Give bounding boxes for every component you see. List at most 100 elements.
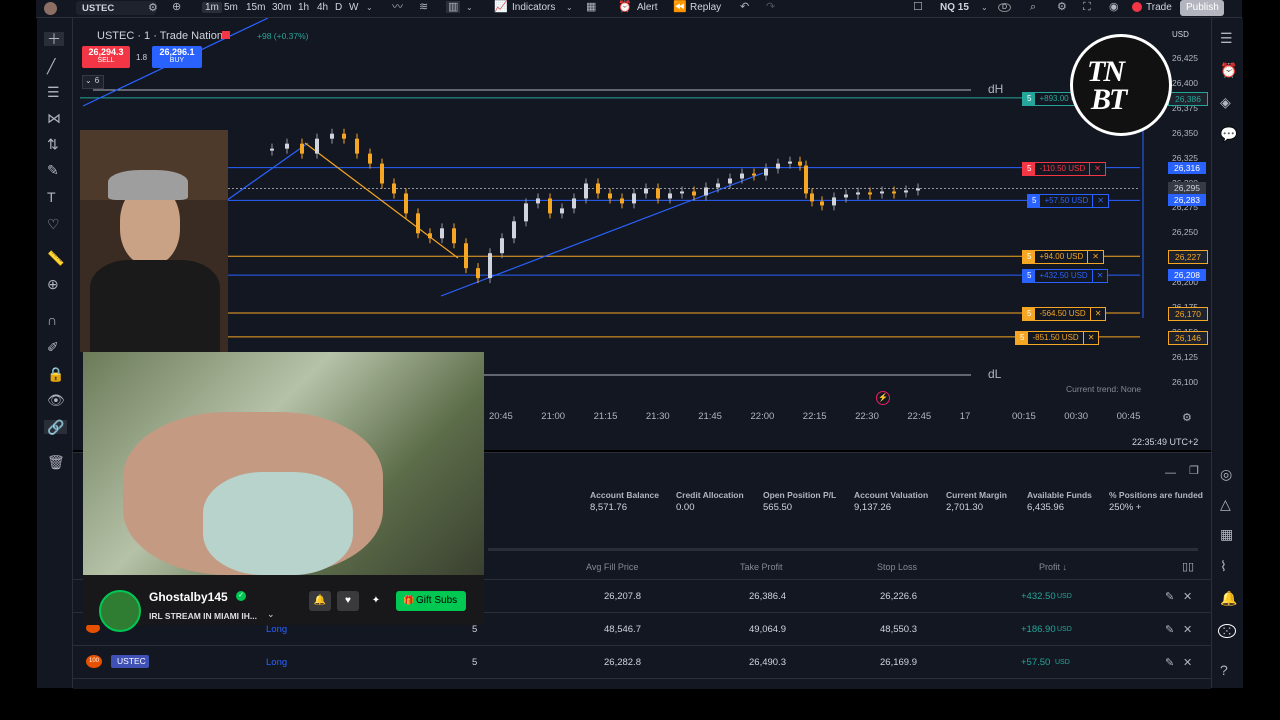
edit-icon[interactable]: ✎ <box>1165 657 1174 669</box>
notify-bell-icon[interactable]: 🔔 <box>309 591 331 611</box>
sell-button[interactable]: 26,294.3 SELL <box>82 46 130 68</box>
text-icon[interactable]: T <box>47 190 56 204</box>
rss-icon[interactable]: ⌇ <box>1220 559 1227 573</box>
fullscreen-square-icon[interactable]: ☐ <box>913 1 923 13</box>
layers-icon[interactable]: ◈ <box>1220 95 1231 109</box>
minimize-icon[interactable]: — <box>1165 467 1176 479</box>
alert-clock-icon[interactable]: ⏰ <box>618 1 632 13</box>
sparkle-icon[interactable]: ✦ <box>365 591 387 611</box>
fib-icon[interactable]: ☰ <box>47 85 60 99</box>
d-badge[interactable]: D <box>998 3 1012 12</box>
order-line-tag[interactable]: 5 -851.50 USD ✕ <box>1015 330 1100 345</box>
chat-icon[interactable]: 💬 <box>1220 127 1237 141</box>
interval-W[interactable]: W <box>349 2 358 13</box>
follow-heart-icon[interactable]: ♥ <box>337 591 359 611</box>
close-icon[interactable]: ✕ <box>1183 624 1192 636</box>
order-line-tag[interactable]: 5 -110.50 USD ✕ <box>1022 161 1106 176</box>
indicators-button[interactable]: Indicators <box>512 2 555 13</box>
columns-icon[interactable]: ▯▯ <box>1182 561 1194 573</box>
close-icon[interactable]: ✕ <box>1089 307 1106 320</box>
edit-icon[interactable]: ✎ <box>1165 624 1174 636</box>
chevron-down-icon[interactable]: ⌄ <box>981 2 988 14</box>
streamer-name[interactable]: Ghostalby145 <box>149 590 228 604</box>
col-stop-loss[interactable]: Stop Loss <box>877 562 917 572</box>
pattern-icon[interactable]: ⋈ <box>47 111 61 125</box>
interval-1m[interactable]: 1m <box>202 2 222 13</box>
interval-1h[interactable]: 1h <box>298 2 309 13</box>
eye-icon[interactable]: 👁 <box>47 393 65 407</box>
row2-tp[interactable]: 49,064.9 <box>749 624 786 635</box>
close-icon[interactable]: ✕ <box>1091 270 1108 283</box>
redo-icon[interactable]: ↷ <box>766 1 775 13</box>
candles-icon[interactable]: ▥ <box>446 1 461 13</box>
indicators-icon[interactable]: 📈 <box>494 1 508 13</box>
apps-grid-icon[interactable]: ⁙ <box>1218 624 1236 638</box>
trade-icon[interactable] <box>1132 2 1142 12</box>
edit-icon[interactable]: ✎ <box>1165 591 1174 603</box>
buy-button[interactable]: 26,296.1 BUY <box>152 46 202 68</box>
alert-button[interactable]: Alert <box>637 2 658 13</box>
col-take-profit[interactable]: Take Profit <box>740 562 783 572</box>
stay-drawing-icon[interactable]: ✐ <box>47 340 59 354</box>
symbol-search[interactable]: USTEC <box>76 1 156 15</box>
interval-D[interactable]: D <box>335 2 342 13</box>
interval-30m[interactable]: 30m <box>272 2 291 13</box>
gift-subs-button[interactable]: 🎁 Gift Subs <box>396 591 466 611</box>
indicator-collapse[interactable]: ⌄ 6 <box>82 75 104 89</box>
position-tool-icon[interactable]: ⇅ <box>47 137 59 151</box>
chevron-down-icon[interactable]: ⌄ <box>566 2 573 14</box>
target-icon[interactable]: ◎ <box>1220 467 1232 481</box>
panel-scrollbar[interactable] <box>488 548 1198 551</box>
layouts-grid-icon[interactable]: ▦ <box>586 1 596 13</box>
alerts-clock-icon[interactable]: ⏰ <box>1220 63 1237 77</box>
triangle-icon[interactable]: △ <box>1220 497 1231 511</box>
gear-icon[interactable]: ⚙ <box>1057 1 1067 13</box>
link-icon[interactable]: 🔗 <box>44 420 68 434</box>
close-icon[interactable]: ✕ <box>1087 251 1103 264</box>
expand-icon[interactable]: ⛶ <box>1083 1 1091 13</box>
streamer-avatar[interactable] <box>99 590 141 632</box>
row3-sl[interactable]: 26,169.9 <box>880 657 917 668</box>
avatar[interactable] <box>44 2 57 15</box>
publish-button[interactable]: Publish <box>1180 0 1224 16</box>
order-line-tag[interactable]: 5 -564.50 USD ✕ <box>1022 306 1107 321</box>
trash-icon[interactable]: 🗑 <box>47 455 65 469</box>
close-icon[interactable]: ✕ <box>1082 331 1099 344</box>
order-line-tag[interactable]: 5 +57.50 USD ✕ <box>1027 194 1109 209</box>
replay-icon[interactable]: ⏪ <box>673 1 687 13</box>
calendar-icon[interactable]: ▦ <box>1220 527 1233 541</box>
col-avg-fill[interactable]: Avg Fill Price <box>586 562 638 572</box>
col-profit[interactable]: Profit ↓ <box>1039 562 1067 572</box>
trade-button[interactable]: Trade <box>1146 2 1172 13</box>
interval-4h[interactable]: 4h <box>317 2 328 13</box>
line-chart-icon[interactable]: 〰 <box>392 1 403 13</box>
ruler-icon[interactable]: 📏 <box>47 251 64 265</box>
close-icon[interactable]: ✕ <box>1092 195 1108 208</box>
settings-icon[interactable]: ⚙ <box>1182 412 1192 424</box>
brush-icon[interactable]: ✎ <box>47 163 59 177</box>
close-icon[interactable]: ✕ <box>1089 162 1105 175</box>
replay-button[interactable]: Replay <box>690 2 721 13</box>
row2-sl[interactable]: 48,550.3 <box>880 624 917 635</box>
maximize-icon[interactable]: ❐ <box>1189 465 1199 477</box>
crosshair-icon[interactable]: ＋ <box>44 32 64 46</box>
bell-icon[interactable]: 🔔 <box>1220 591 1237 605</box>
lock-icon[interactable]: 🔒 <box>47 367 64 381</box>
chevron-down-icon[interactable]: ⌄ <box>366 2 373 14</box>
close-icon[interactable]: ✕ <box>1183 591 1192 603</box>
row3-tp[interactable]: 26,490.3 <box>749 657 786 668</box>
lightning-icon[interactable]: ⚡ <box>876 391 890 405</box>
interval-5m[interactable]: 5m <box>224 2 238 13</box>
camera-icon[interactable]: ◉ <box>1109 1 1119 13</box>
magnet-icon[interactable]: ∩ <box>47 313 57 327</box>
interval-15m[interactable]: 15m <box>246 2 265 13</box>
watchlist-icon[interactable]: ☰ <box>1220 31 1233 45</box>
zoom-in-icon[interactable]: ⊕ <box>47 277 59 291</box>
row1-tp[interactable]: 26,386.4 <box>749 591 786 602</box>
area-chart-icon[interactable]: ≋ <box>419 1 428 13</box>
settings-gear-icon[interactable]: ⚙ <box>148 2 158 14</box>
chevron-down-icon[interactable]: ⌄ <box>267 609 275 620</box>
order-line-tag[interactable]: 5 +94.00 USD ✕ <box>1022 250 1104 265</box>
currency-select[interactable]: USD <box>1172 30 1189 39</box>
layout-name[interactable]: NQ 15 <box>940 2 969 13</box>
